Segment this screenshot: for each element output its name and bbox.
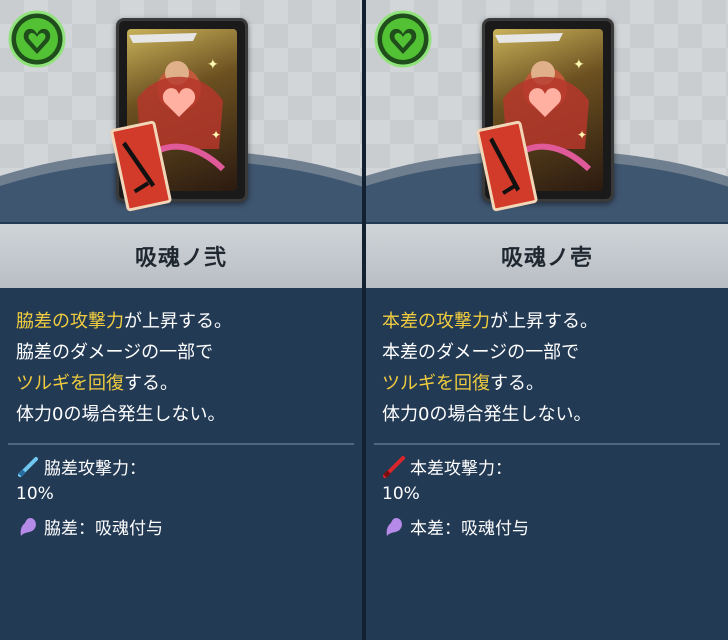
desc-text: する。	[490, 373, 544, 394]
skill-name-bar: 吸魂ノ弐	[0, 224, 362, 288]
stat-row: 本差攻撃力：	[382, 454, 722, 479]
effect-row: 本差：吸魂付与	[382, 514, 722, 539]
effect-text: 本差：吸魂付与	[410, 519, 529, 539]
desc-highlight: 脇差の攻撃力	[16, 311, 124, 332]
desc-text: 体力0の場合発生しない。	[382, 404, 592, 425]
skill-description: 本差の攻撃力が上昇する。 本差のダメージの一部で ツルギを回復する。 体力0の場…	[382, 306, 722, 430]
section-divider	[374, 443, 720, 445]
soul-icon	[20, 517, 36, 536]
desc-text: 本差のダメージの一部で	[382, 342, 580, 363]
section-divider	[8, 443, 354, 445]
desc-text: が上昇する。	[124, 311, 232, 332]
svg-text:✦: ✦	[577, 128, 587, 142]
svg-text:✦: ✦	[573, 57, 585, 73]
effect-text: 脇差：吸魂付与	[44, 519, 163, 539]
desc-highlight: ツルギを回復	[382, 373, 490, 394]
soul-icon	[386, 517, 402, 536]
desc-highlight: ツルギを回復	[16, 373, 124, 394]
skill-description: 脇差の攻撃力が上昇する。 脇差のダメージの一部で ツルギを回復する。 体力0の場…	[16, 306, 356, 430]
stat-label: 本差攻撃力：	[410, 459, 512, 479]
heart-attribute-icon	[374, 10, 432, 68]
skill-name-bar: 吸魂ノ壱	[366, 224, 728, 288]
stat-value-row: 10%	[382, 484, 722, 504]
desc-text: 脇差のダメージの一部で	[16, 342, 214, 363]
desc-highlight: 本差の攻撃力	[382, 311, 490, 332]
stat-label: 脇差攻撃力：	[44, 459, 146, 479]
desc-text: 体力0の場合発生しない。	[16, 404, 226, 425]
stat-value-row: 10%	[16, 484, 356, 504]
heart-attribute-icon	[8, 10, 66, 68]
effect-row: 脇差：吸魂付与	[16, 514, 356, 539]
honzashi-icon	[383, 455, 405, 478]
skill-name: 吸魂ノ壱	[500, 246, 593, 271]
stat-value: 10%	[16, 484, 54, 504]
svg-text:✦: ✦	[207, 57, 219, 73]
stat-value: 10%	[382, 484, 420, 504]
skill-panel-right[interactable]: ✦ ✦ 吸魂ノ壱 本差の攻撃力が上昇する。 本差のダメージの一部で ツルギを回復…	[366, 0, 728, 640]
skill-name: 吸魂ノ弐	[134, 246, 227, 271]
skill-panel-left[interactable]: ✦ ✦ 吸魂ノ弐 脇差の攻撃力が上昇する。 脇差のダメージの一部で ツルギを回復…	[0, 0, 362, 640]
stat-row: 脇差攻撃力：	[16, 454, 356, 479]
desc-text: する。	[124, 373, 178, 394]
desc-text: が上昇する。	[490, 311, 598, 332]
wakizashi-icon	[18, 456, 38, 477]
svg-text:✦: ✦	[211, 128, 221, 142]
